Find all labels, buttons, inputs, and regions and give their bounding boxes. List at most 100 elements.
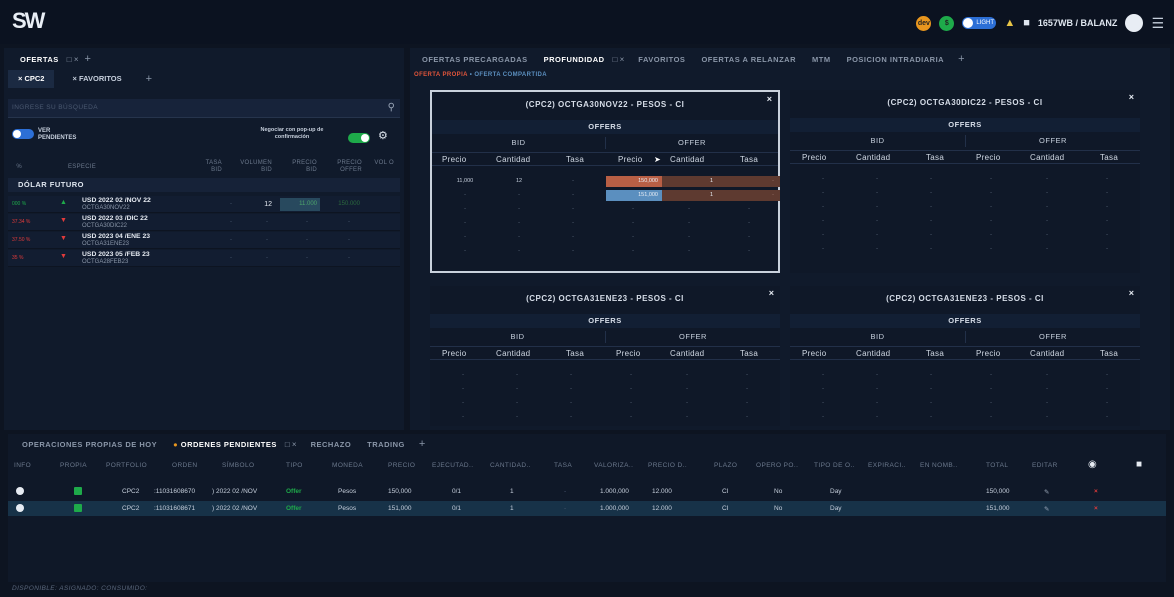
table-row[interactable]: 000 % ▲ USD 2022 02 /NOV 22 OCTGA30NOV22… xyxy=(8,196,400,213)
offer-bar-rest[interactable]: 1- xyxy=(662,176,780,187)
tab-profundidad-close-icon[interactable]: □ × xyxy=(613,55,625,64)
add-bottom-tab-icon[interactable]: + xyxy=(413,438,431,450)
col-propia[interactable]: PROPIA xyxy=(60,462,87,469)
depth-row[interactable]: ------ xyxy=(432,246,778,258)
popup-confirm-switch[interactable] xyxy=(348,133,370,143)
col-ejecutado[interactable]: EJECUTAD.. xyxy=(432,462,473,469)
col-opero[interactable]: OPERO PO.. xyxy=(756,462,798,469)
tab-ordenes-close-icon[interactable]: □ × xyxy=(285,440,297,449)
close-icon[interactable]: × xyxy=(769,288,774,298)
close-icon[interactable]: × xyxy=(1129,92,1134,102)
save-icon[interactable]: ■ xyxy=(1136,459,1142,470)
col-precio-offer[interactable]: PRECIO OFFER xyxy=(328,160,362,174)
depth-card[interactable]: (CPC2) OCTGA31ENE23 - PESOS - CI × OFFER… xyxy=(430,286,780,426)
depth-row[interactable]: ------ xyxy=(790,412,1140,424)
search-icon[interactable]: ⚲ xyxy=(388,102,395,113)
tab-profundidad[interactable]: PROFUNDIDAD xyxy=(536,55,613,64)
theme-toggle[interactable]: LIGHT xyxy=(962,17,997,29)
row-precio-offer[interactable]: - xyxy=(348,237,350,243)
table-row[interactable]: CPC2 :11031608670 ) 2022 02 /NOV Offer P… xyxy=(8,484,1166,499)
tab-ofertas[interactable]: OFERTAS xyxy=(12,55,67,64)
tab-ofertas-precargadas[interactable]: OFERTAS PRECARGADAS xyxy=(414,55,536,64)
depth-row[interactable]: ------ xyxy=(790,244,1140,256)
col-moneda[interactable]: MONEDA xyxy=(332,462,363,469)
col-orden[interactable]: ORDEN xyxy=(172,462,197,469)
edit-icon[interactable]: ✎ xyxy=(1044,488,1049,496)
depth-row[interactable]: ------ xyxy=(790,188,1140,200)
user-avatar-icon[interactable] xyxy=(1125,14,1144,32)
col-portfolio[interactable]: PORTFOLIO xyxy=(106,462,147,469)
col-precio-d[interactable]: PRECIO D.. xyxy=(648,462,687,469)
table-row[interactable]: 35 % ▼ USD 2023 05 /FEB 23 OCTGA28FEB23 … xyxy=(8,250,400,267)
col-tasa-bid[interactable]: TASA BID xyxy=(198,160,222,174)
menu-icon[interactable]: ☰ xyxy=(1151,15,1164,32)
tab-operaciones-propias[interactable]: OPERACIONES PROPIAS DE HOY xyxy=(14,440,165,449)
subtab-cpc2[interactable]: × CPC2 xyxy=(8,70,55,88)
dev-badge-icon[interactable]: dev xyxy=(916,15,932,31)
col-pct[interactable]: % xyxy=(8,164,22,171)
delete-icon[interactable]: × xyxy=(1094,488,1098,495)
depth-row[interactable]: ------ xyxy=(790,398,1140,410)
col-total[interactable]: TOTAL xyxy=(986,462,1008,469)
add-right-tab-icon[interactable]: + xyxy=(952,53,970,65)
search-input[interactable]: INGRESE SU BÚSQUEDA ⚲ xyxy=(8,99,400,118)
depth-row[interactable]: ------ xyxy=(790,230,1140,242)
table-row[interactable]: CPC2 :11031608671 ) 2022 02 /NOV Offer P… xyxy=(8,501,1166,516)
bell-icon[interactable]: ▲ xyxy=(1004,17,1015,29)
offer-bar-compartida[interactable]: 151,000 xyxy=(606,190,662,201)
depth-row[interactable]: ------ xyxy=(790,384,1140,396)
depth-row[interactable]: ------ xyxy=(430,370,780,382)
row-precio-offer[interactable]: - xyxy=(348,219,350,225)
offer-bar-rest[interactable]: 1- xyxy=(662,190,780,201)
row-precio-bid[interactable]: - xyxy=(306,237,308,243)
popup-confirm-toggle[interactable] xyxy=(348,133,370,145)
col-editar[interactable]: EDITAR xyxy=(1032,462,1058,469)
col-tipo-orden[interactable]: TIPO DE O.. xyxy=(814,462,855,469)
depth-row[interactable]: ------ xyxy=(430,384,780,396)
row-precio-bid[interactable]: - xyxy=(306,219,308,225)
propia-checkbox[interactable] xyxy=(74,504,82,512)
row-precio-bid[interactable]: 11.000 xyxy=(280,198,320,211)
row-precio-offer[interactable]: 150.000 xyxy=(326,201,360,207)
subtab-favoritos[interactable]: × FAVORITOS xyxy=(62,70,131,88)
col-tipo[interactable]: TIPO xyxy=(286,462,303,469)
cell-cantidad[interactable]: 1 xyxy=(510,488,514,495)
depth-card[interactable]: (CPC2) OCTGA31ENE23 - PESOS - CI × OFFER… xyxy=(790,286,1140,426)
col-vol-offer[interactable]: VOL O xyxy=(374,160,394,167)
depth-card[interactable]: (CPC2) OCTGA30NOV22 - PESOS - CI × OFFER… xyxy=(430,90,780,273)
col-especie[interactable]: ESPECIE xyxy=(68,164,108,171)
col-plazo[interactable]: PLAZO xyxy=(714,462,737,469)
tab-ordenes-pendientes[interactable]: ● ORDENES PENDIENTES xyxy=(165,440,285,449)
offer-bar-propia[interactable]: 150,000 xyxy=(606,176,662,187)
row-precio-bid[interactable]: - xyxy=(306,255,308,261)
close-icon[interactable]: × xyxy=(1129,288,1134,298)
tab-ofertas-relanzar[interactable]: OFERTAS A RELANZAR xyxy=(693,55,804,64)
col-tasa[interactable]: TASA xyxy=(554,462,572,469)
col-precio[interactable]: PRECIO xyxy=(388,462,415,469)
tab-rechazo[interactable]: RECHAZO xyxy=(303,440,360,449)
table-row[interactable]: 37.50 % ▼ USD 2023 04 /ENE 23 OCTGA31ENE… xyxy=(8,232,400,249)
edit-icon[interactable]: ✎ xyxy=(1044,505,1049,513)
depth-row[interactable]: ------ xyxy=(430,412,780,424)
tab-posicion-intradiaria[interactable]: POSICION INTRADIARIA xyxy=(839,55,953,64)
tab-favoritos[interactable]: FAVORITOS xyxy=(630,55,693,64)
col-info[interactable]: INFO xyxy=(14,462,31,469)
delete-icon[interactable]: × xyxy=(1094,505,1098,512)
table-row[interactable]: 37.34 % ▼ USD 2022 03 /DIC 22 OCTGA30DIC… xyxy=(8,214,400,231)
close-icon[interactable]: × xyxy=(767,94,772,104)
add-tab-icon[interactable]: + xyxy=(79,53,97,65)
col-valorizado[interactable]: VALORIZA.. xyxy=(594,462,633,469)
add-subtab-icon[interactable]: + xyxy=(140,73,158,85)
row-precio-offer[interactable]: - xyxy=(348,255,350,261)
save-icon[interactable]: ■ xyxy=(1023,17,1030,29)
cell-cantidad[interactable]: 1 xyxy=(510,505,514,512)
propia-checkbox[interactable] xyxy=(74,487,82,495)
info-icon[interactable] xyxy=(16,504,24,512)
col-precio-bid[interactable]: PRECIO BID xyxy=(283,160,317,174)
depth-row[interactable]: ------ xyxy=(790,216,1140,228)
depth-row[interactable]: ------ xyxy=(432,218,778,230)
depth-row[interactable]: ------ xyxy=(432,204,778,216)
depth-row[interactable]: ------ xyxy=(432,232,778,244)
tab-trading[interactable]: TRADING xyxy=(359,440,413,449)
depth-row[interactable]: ------ xyxy=(790,174,1140,186)
